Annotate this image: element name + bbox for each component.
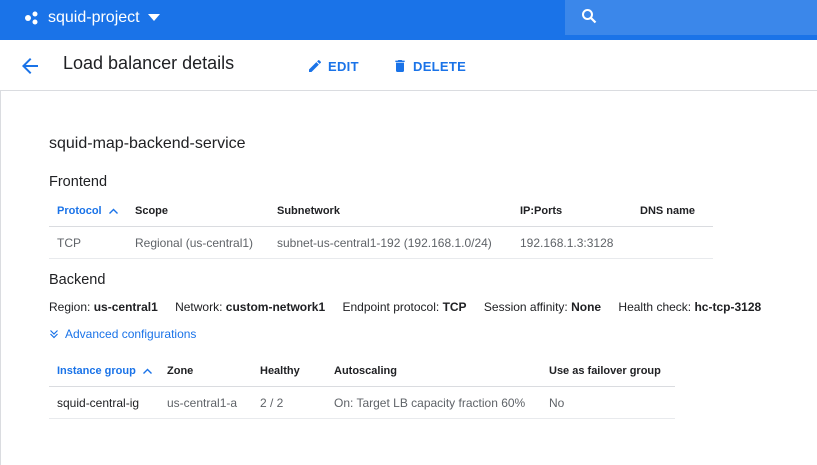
- search-icon: [582, 9, 597, 24]
- table-header-row: Instance group Zone Healthy Autoscaling …: [49, 355, 675, 387]
- frontend-heading: Frontend: [49, 174, 108, 190]
- pencil-icon: [309, 59, 321, 72]
- column-header-instance-group[interactable]: Instance group: [49, 355, 159, 387]
- column-header-failover-group[interactable]: Use as failover group: [541, 355, 675, 387]
- backend-heading: Backend: [49, 272, 106, 288]
- advanced-configurations-toggle[interactable]: Advanced configurations: [49, 327, 196, 341]
- trash-icon: [395, 60, 405, 72]
- column-header-subnetwork[interactable]: Subnetwork: [269, 195, 512, 227]
- cell-subnetwork: subnet-us-central1-192 (192.168.1.0/24): [269, 226, 512, 259]
- endpoint-protocol-label: Endpoint protocol:: [342, 300, 440, 314]
- column-header-dns-name[interactable]: DNS name: [632, 195, 713, 227]
- sort-ascending-icon: [142, 368, 152, 374]
- column-header-autoscaling[interactable]: Autoscaling: [326, 355, 541, 387]
- column-header-zone[interactable]: Zone: [159, 355, 252, 387]
- project-selector[interactable]: squid-project: [24, 0, 160, 35]
- column-header-healthy[interactable]: Healthy: [252, 355, 326, 387]
- table-row: TCP Regional (us-central1) subnet-us-cen…: [49, 226, 713, 259]
- network-value: custom-network1: [225, 300, 326, 314]
- advanced-configurations-label: Advanced configurations: [65, 327, 197, 341]
- page-header: Load balancer details EDIT DELETE: [0, 40, 817, 91]
- double-chevron-down-icon: [50, 330, 58, 339]
- network-label: Network:: [175, 300, 223, 314]
- back-arrow-icon[interactable]: [18, 54, 42, 78]
- sort-ascending-icon: [108, 208, 118, 214]
- cell-zone: us-central1-a: [159, 386, 252, 419]
- search-input[interactable]: [565, 0, 817, 35]
- delete-button[interactable]: DELETE: [392, 54, 466, 78]
- cell-ip-ports: 192.168.1.3:3128: [512, 226, 632, 259]
- region-label: Region:: [49, 300, 91, 314]
- edit-label: EDIT: [328, 58, 359, 74]
- column-header-protocol[interactable]: Protocol: [49, 195, 127, 227]
- region-value: us-central1: [93, 300, 158, 314]
- cell-healthy: 2 / 2: [252, 386, 326, 419]
- column-header-scope[interactable]: Scope: [127, 195, 269, 227]
- endpoint-protocol-value: TCP: [442, 300, 467, 314]
- page-title: Load balancer details: [63, 53, 235, 73]
- health-check-label: Health check:: [618, 300, 692, 314]
- session-affinity-label: Session affinity:: [483, 300, 568, 314]
- project-name: squid-project: [48, 8, 140, 26]
- cell-protocol: TCP: [49, 226, 127, 259]
- session-affinity-value: None: [571, 300, 602, 314]
- cell-failover-group: No: [541, 386, 675, 419]
- frontend-table: Protocol Scope Subnetwork IP:Ports DNS n…: [49, 195, 713, 259]
- cell-autoscaling: On: Target LB capacity fraction 60%: [326, 386, 541, 419]
- column-header-ip-ports[interactable]: IP:Ports: [512, 195, 632, 227]
- delete-label: DELETE: [413, 58, 467, 74]
- service-name: squid-map-backend-service: [49, 135, 246, 152]
- table-row: squid-central-ig us-central1-a 2 / 2 On:…: [49, 386, 675, 419]
- project-icon: [25, 11, 38, 24]
- health-check-value: hc-tcp-3128: [694, 300, 762, 314]
- divider: [0, 90, 1, 465]
- edit-button[interactable]: EDIT: [307, 54, 359, 78]
- top-app-bar: squid-project: [0, 0, 817, 40]
- chevron-down-icon: [147, 13, 160, 21]
- cell-instance-group[interactable]: squid-central-ig: [49, 386, 159, 419]
- backend-summary: Region: us-central1 Network: custom-netw…: [49, 300, 761, 314]
- table-header-row: Protocol Scope Subnetwork IP:Ports DNS n…: [49, 195, 713, 227]
- cell-dns-name: [632, 226, 713, 259]
- cell-scope: Regional (us-central1): [127, 226, 269, 259]
- backend-table: Instance group Zone Healthy Autoscaling …: [49, 355, 675, 419]
